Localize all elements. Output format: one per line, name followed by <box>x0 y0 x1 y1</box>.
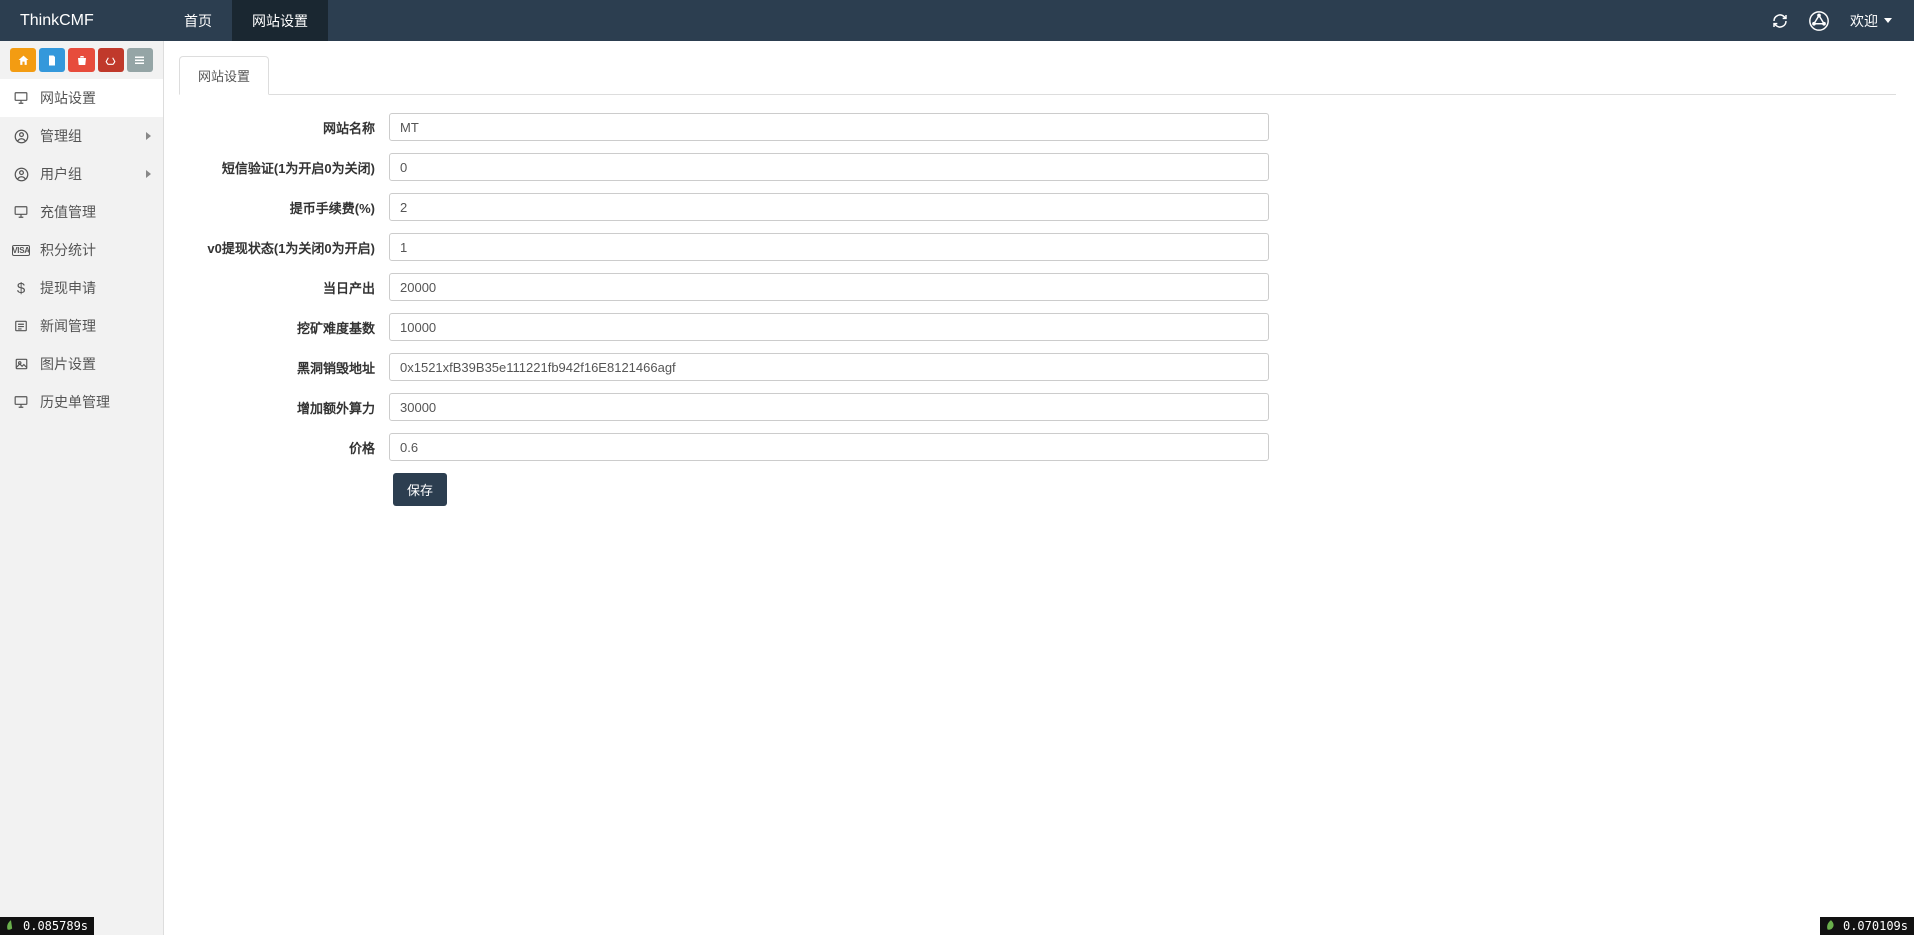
monitor-icon <box>12 91 30 105</box>
sidebar-item-label: 充值管理 <box>40 202 151 222</box>
sidebar-item-label: 新闻管理 <box>40 316 151 336</box>
list-icon[interactable] <box>127 48 153 72</box>
label-price: 价格 <box>179 438 389 457</box>
top-tab-settings[interactable]: 网站设置 <box>232 0 328 41</box>
chevron-right-icon <box>146 170 151 178</box>
monitor-icon <box>12 205 30 219</box>
sidebar-item-news[interactable]: 新闻管理 <box>0 307 163 345</box>
brand[interactable]: ThinkCMF <box>0 0 164 41</box>
label-withdraw-fee: 提币手续费(%) <box>179 198 389 217</box>
sidebar-item-label: 网站设置 <box>40 88 151 108</box>
image-icon <box>12 357 30 371</box>
input-price[interactable] <box>389 433 1269 461</box>
input-v0-withdraw[interactable] <box>389 233 1269 261</box>
perf-badge-left[interactable]: 0.085789s <box>0 917 94 935</box>
welcome-dropdown[interactable]: 欢迎 <box>1840 11 1902 31</box>
visa-icon: VISA <box>12 245 30 256</box>
top-tab-home[interactable]: 首页 <box>164 0 232 41</box>
share-icon[interactable] <box>1798 0 1840 41</box>
top-navbar: ThinkCMF 首页 网站设置 欢迎 <box>0 0 1914 41</box>
label-extra-hash: 增加额外算力 <box>179 398 389 417</box>
sidebar-item-user-group[interactable]: 用户组 <box>0 155 163 193</box>
input-burn-addr[interactable] <box>389 353 1269 381</box>
label-burn-addr: 黑洞销毁地址 <box>179 358 389 377</box>
input-sms-verify[interactable] <box>389 153 1269 181</box>
panel-tabs: 网站设置 <box>179 56 1896 95</box>
leaf-icon <box>4 919 18 933</box>
welcome-label: 欢迎 <box>1850 11 1878 31</box>
sidebar-menu: 网站设置 管理组 用户组 充值管理 VISA 积分统计 $ <box>0 79 163 421</box>
leaf-icon <box>1824 919 1838 933</box>
sidebar: 网站设置 管理组 用户组 充值管理 VISA 积分统计 $ <box>0 41 164 935</box>
input-daily-output[interactable] <box>389 273 1269 301</box>
chevron-right-icon <box>146 132 151 140</box>
trash-icon[interactable] <box>68 48 94 72</box>
sidebar-item-images[interactable]: 图片设置 <box>0 345 163 383</box>
input-mining-diff[interactable] <box>389 313 1269 341</box>
sidebar-item-withdraw[interactable]: $ 提现申请 <box>0 269 163 307</box>
settings-form: 网站名称 短信验证(1为开启0为关闭) 提币手续费(%) v0提现状态(1为关闭… <box>179 113 1269 506</box>
sidebar-item-points[interactable]: VISA 积分统计 <box>0 231 163 269</box>
perf-left-value: 0.085789s <box>23 919 88 933</box>
chevron-down-icon <box>1884 18 1892 23</box>
sidebar-item-label: 管理组 <box>40 126 136 146</box>
save-button[interactable]: 保存 <box>393 473 447 506</box>
content-area: 网站设置 网站名称 短信验证(1为开启0为关闭) 提币手续费(%) v0提现状态… <box>164 41 1914 935</box>
label-site-name: 网站名称 <box>179 118 389 137</box>
top-tabs: 首页 网站设置 <box>164 0 328 41</box>
sidebar-item-site-settings[interactable]: 网站设置 <box>0 79 163 117</box>
recycle-icon[interactable] <box>98 48 124 72</box>
refresh-icon[interactable] <box>1762 0 1798 41</box>
perf-badge-right[interactable]: 0.070109s <box>1820 917 1914 935</box>
sidebar-item-recharge[interactable]: 充值管理 <box>0 193 163 231</box>
sidebar-toolbar <box>0 41 163 79</box>
label-daily-output: 当日产出 <box>179 278 389 297</box>
monitor-icon <box>12 395 30 409</box>
navbar-right: 欢迎 <box>1762 0 1914 41</box>
perf-right-value: 0.070109s <box>1843 919 1908 933</box>
input-withdraw-fee[interactable] <box>389 193 1269 221</box>
user-icon <box>12 167 30 182</box>
tab-site-settings[interactable]: 网站设置 <box>179 56 269 95</box>
news-icon <box>12 319 30 333</box>
home-icon[interactable] <box>10 48 36 72</box>
input-site-name[interactable] <box>389 113 1269 141</box>
dollar-icon: $ <box>12 280 30 297</box>
label-mining-diff: 挖矿难度基数 <box>179 318 389 337</box>
sidebar-item-label: 用户组 <box>40 164 136 184</box>
input-extra-hash[interactable] <box>389 393 1269 421</box>
sidebar-item-label: 提现申请 <box>40 278 151 298</box>
sidebar-item-label: 图片设置 <box>40 354 151 374</box>
sidebar-item-label: 历史单管理 <box>40 392 151 412</box>
label-sms-verify: 短信验证(1为开启0为关闭) <box>179 158 389 177</box>
user-icon <box>12 129 30 144</box>
sidebar-item-admin-group[interactable]: 管理组 <box>0 117 163 155</box>
sidebar-item-history[interactable]: 历史单管理 <box>0 383 163 421</box>
sidebar-item-label: 积分统计 <box>40 240 151 260</box>
label-v0-withdraw: v0提现状态(1为关闭0为开启) <box>179 238 389 257</box>
file-icon[interactable] <box>39 48 65 72</box>
